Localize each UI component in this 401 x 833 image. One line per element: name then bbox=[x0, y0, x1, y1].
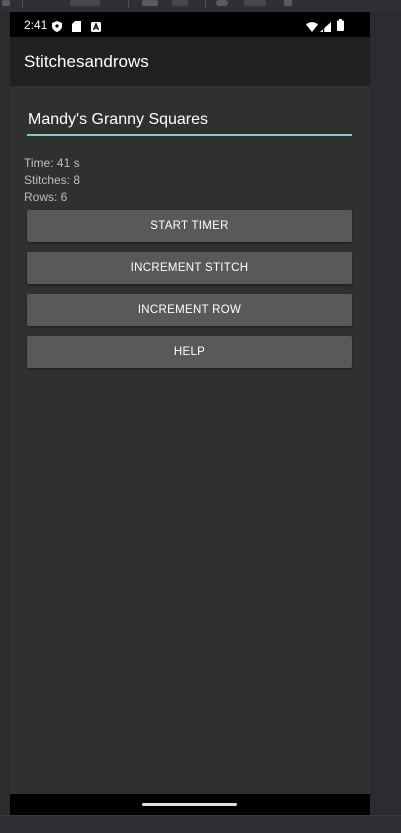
host-tool-icon bbox=[142, 0, 158, 6]
host-tool-icon bbox=[172, 0, 188, 6]
project-name-input[interactable] bbox=[27, 108, 352, 136]
host-tool-icon bbox=[216, 0, 228, 6]
help-button[interactable]: HELP bbox=[27, 336, 352, 368]
notification-icon bbox=[91, 19, 101, 37]
stitches-label: Stitches: 8 bbox=[24, 173, 81, 187]
host-left-margin bbox=[0, 12, 10, 815]
host-tool-icon bbox=[2, 0, 10, 6]
app-title: Stitchesandrows bbox=[24, 52, 149, 71]
host-bottom-bar bbox=[0, 815, 401, 833]
host-tool-icon bbox=[284, 0, 292, 6]
shield-icon bbox=[52, 19, 62, 37]
host-separator bbox=[22, 0, 23, 8]
device-screen: 2:41 Stitchesandrows Time: 41 s St bbox=[10, 12, 370, 815]
start-timer-button[interactable]: START TIMER bbox=[27, 210, 352, 242]
host-separator bbox=[205, 0, 206, 8]
increment-stitch-button[interactable]: INCREMENT STITCH bbox=[27, 252, 352, 284]
status-bar: 2:41 bbox=[10, 12, 370, 37]
main-content: Time: 41 s Stitches: 8 Rows: 6 START TIM… bbox=[10, 86, 370, 794]
increment-row-button[interactable]: INCREMENT ROW bbox=[27, 294, 352, 326]
host-toolbar bbox=[0, 0, 401, 12]
host-tool-icon bbox=[70, 0, 100, 6]
status-time: 2:41 bbox=[24, 18, 48, 32]
host-tool-icon bbox=[244, 0, 266, 6]
battery-icon bbox=[337, 18, 344, 36]
app-bar: Stitchesandrows bbox=[10, 37, 370, 86]
host-separator bbox=[128, 0, 129, 8]
home-gesture-handle[interactable] bbox=[142, 803, 237, 806]
rows-label: Rows: 6 bbox=[24, 190, 68, 204]
host-right-margin bbox=[370, 12, 401, 815]
signal-icon bbox=[320, 19, 331, 37]
navigation-bar bbox=[10, 794, 370, 815]
time-label: Time: 41 s bbox=[24, 156, 80, 170]
sd-card-icon bbox=[72, 19, 81, 37]
wifi-icon bbox=[306, 19, 318, 37]
